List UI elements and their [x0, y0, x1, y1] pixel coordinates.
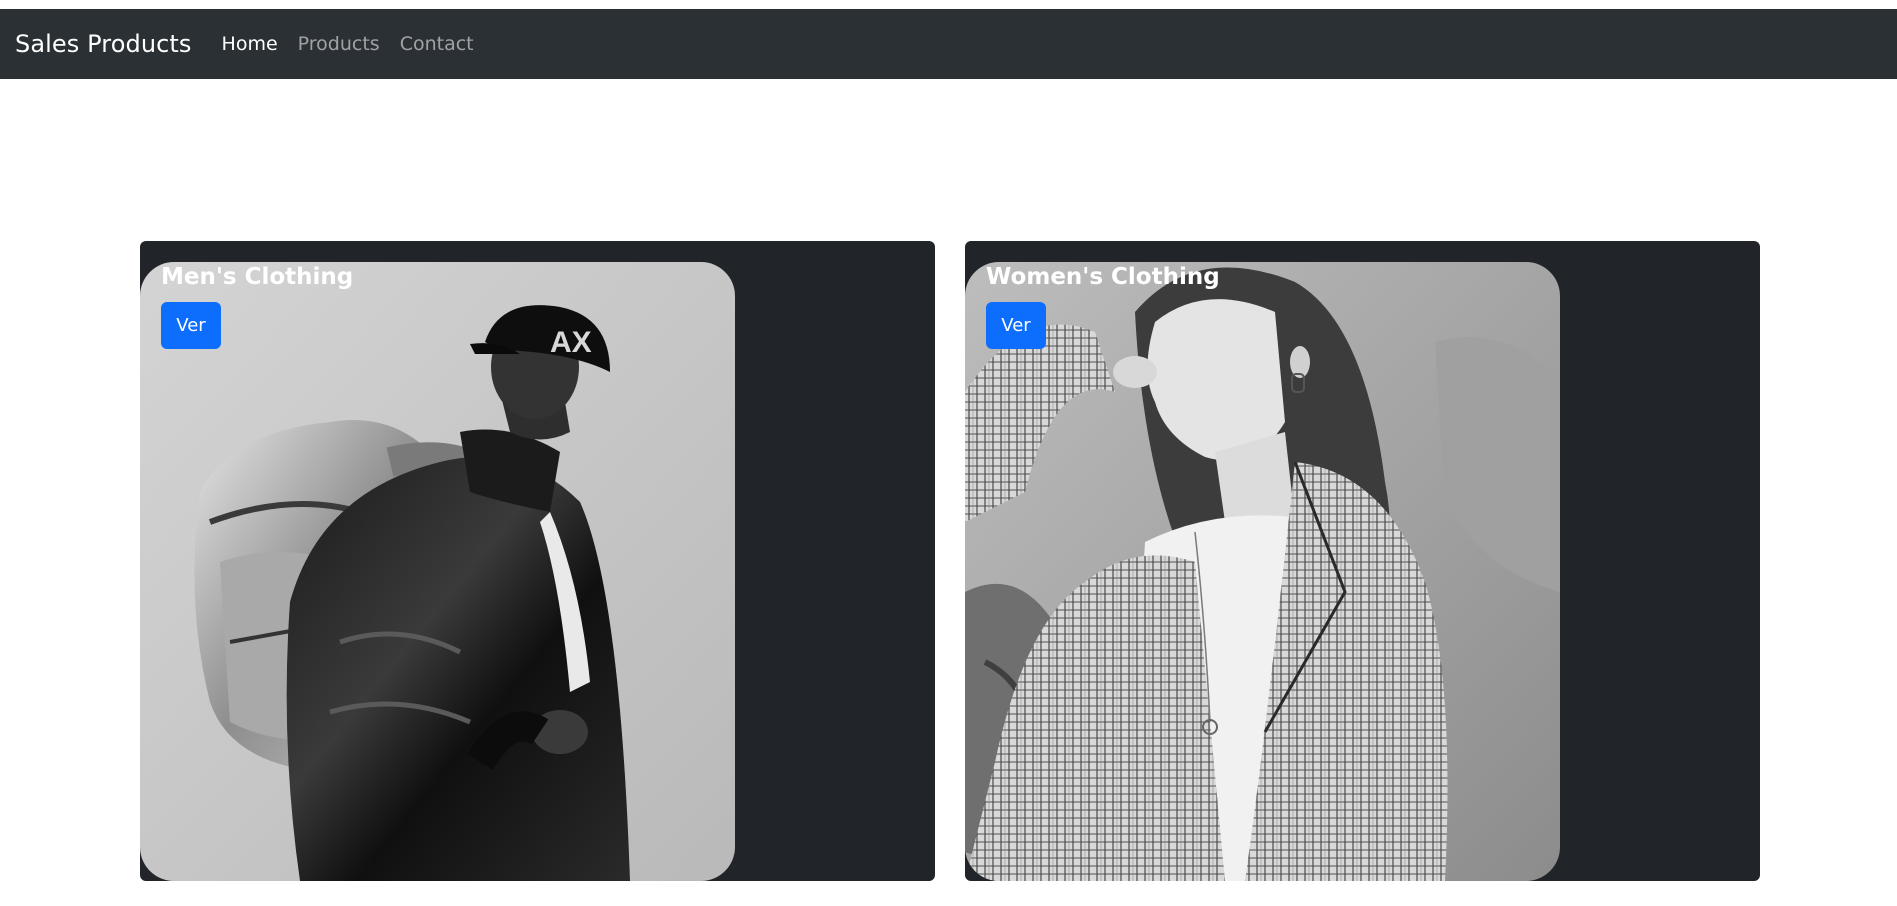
view-mens-clothing-button[interactable]: Ver	[161, 302, 221, 349]
mens-clothing-card: AX Men's Clothing Ver	[140, 241, 935, 881]
svg-text:AX: AX	[550, 326, 592, 359]
card-title: Women's Clothing	[986, 264, 1220, 290]
card-title: Men's Clothing	[161, 264, 354, 290]
nav-link-contact[interactable]: Contact	[400, 33, 474, 55]
womens-clothing-photo	[965, 262, 1560, 881]
nav-link-products[interactable]: Products	[298, 33, 380, 55]
womens-clothing-card: Women's Clothing Ver	[965, 241, 1760, 881]
nav-links: Home Products Contact	[222, 33, 474, 55]
mens-clothing-photo: AX	[140, 262, 735, 881]
navbar: Sales Products Home Products Contact	[0, 9, 1897, 79]
navbar-brand[interactable]: Sales Products	[15, 30, 192, 58]
nav-link-home[interactable]: Home	[222, 33, 278, 55]
view-womens-clothing-button[interactable]: Ver	[986, 302, 1046, 349]
